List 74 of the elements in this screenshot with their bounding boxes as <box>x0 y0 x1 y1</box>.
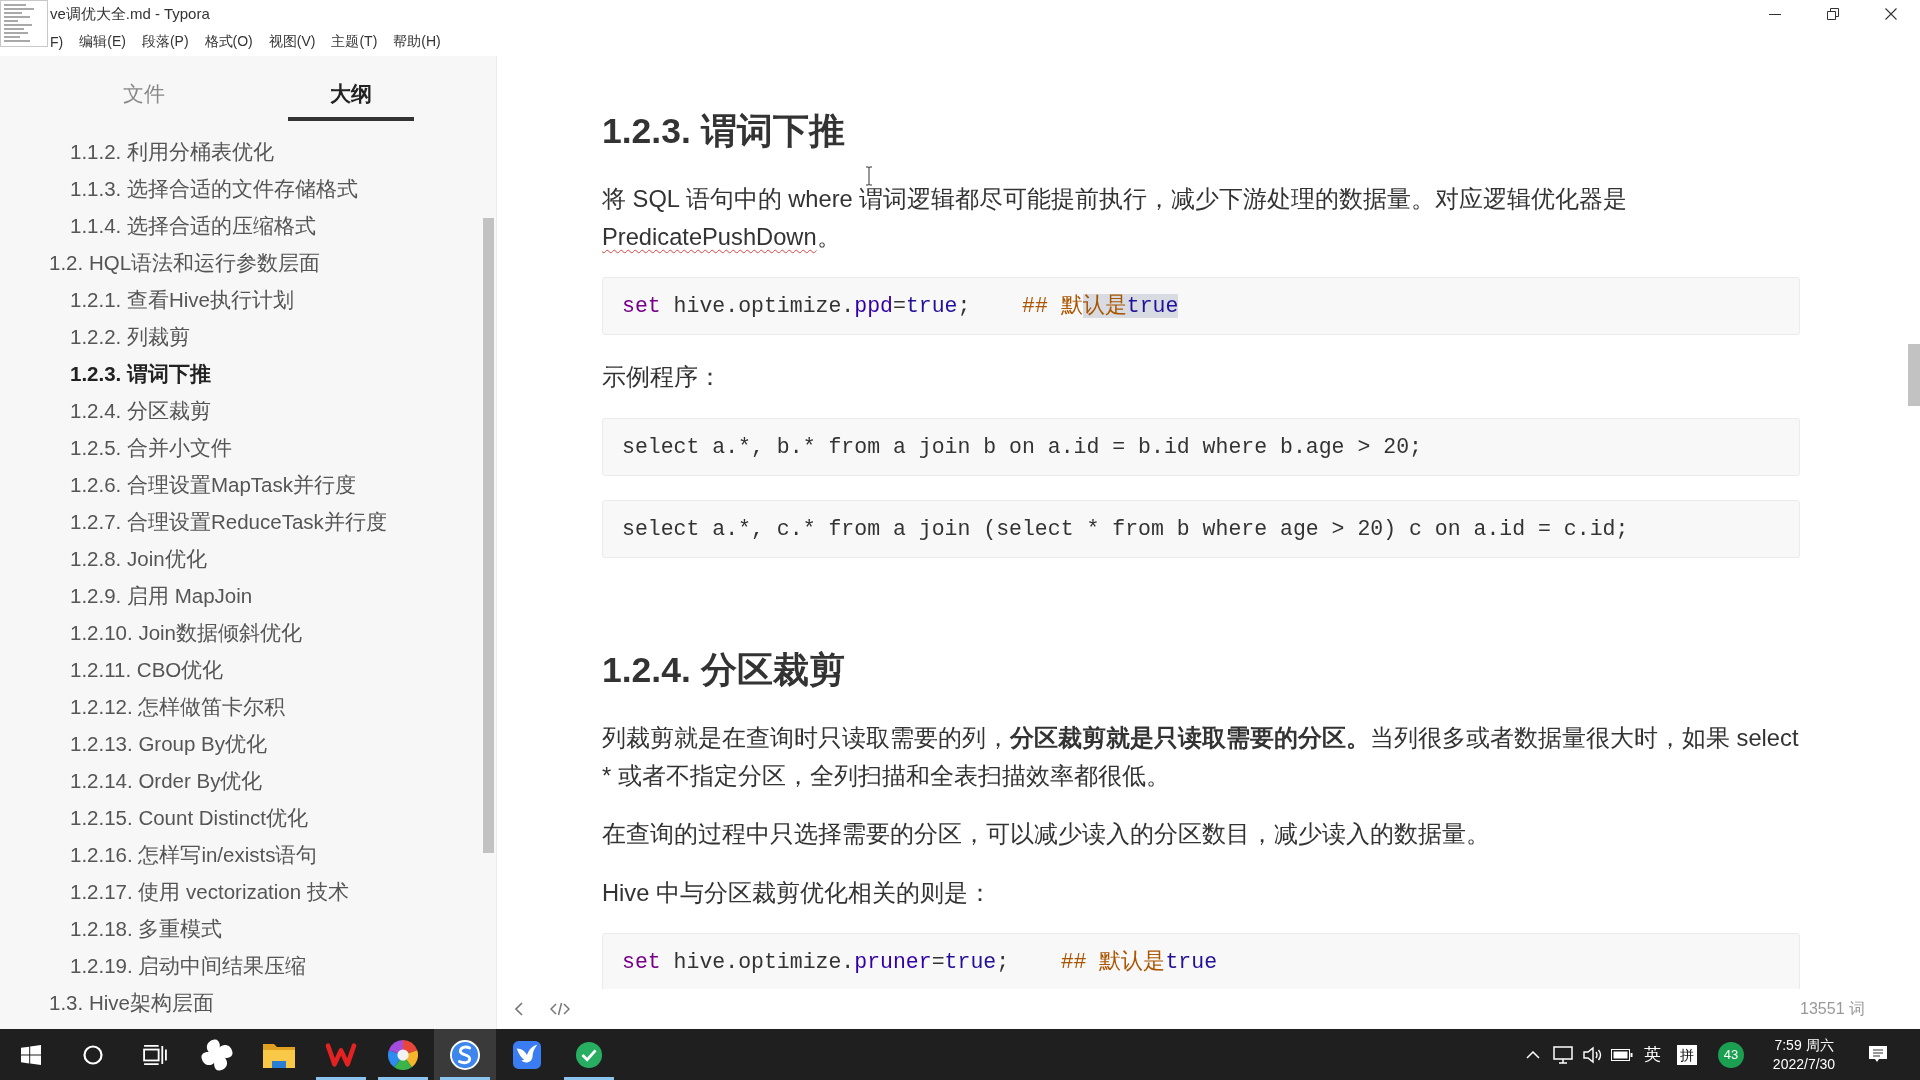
code-block: set hive.optimize.pruner=true; ## 默认是true <box>602 933 1800 989</box>
outline-item[interactable]: 1.2.12. 怎样做笛卡尔积 <box>0 688 483 725</box>
minimize-icon <box>1769 13 1781 15</box>
w-logo-icon <box>325 1041 357 1068</box>
outline-item[interactable]: 1.2.18. 多重模式 <box>0 910 483 947</box>
outline-item[interactable]: 1.2.4. 分区裁剪 <box>0 392 483 429</box>
taskbar-app-button[interactable] <box>434 1029 496 1080</box>
speaker-icon <box>1582 1045 1602 1064</box>
menu-item[interactable]: 格式(O) <box>204 31 253 53</box>
sidebar-tab[interactable]: 大纲 <box>247 56 454 125</box>
paragraph: Hive 中与分区裁剪优化相关的则是： <box>602 878 993 908</box>
menu-item[interactable]: F) <box>50 31 64 53</box>
menu-item[interactable]: 视图(V) <box>268 31 316 53</box>
outline-item[interactable]: 1.3. Hive架构层面 <box>0 984 483 1021</box>
s-logo-icon <box>450 1039 480 1070</box>
code-block: select a.*, b.* from a join b on a.id = b.id where b.age > 20; <box>602 417 1800 476</box>
scrollbar-thumb[interactable] <box>483 218 494 853</box>
scrollbar-thumb[interactable] <box>1908 344 1920 406</box>
outline-item[interactable]: 1.2.16. 怎样写in/exists语句 <box>0 836 483 873</box>
bird-icon <box>513 1040 541 1069</box>
chevron-up-icon <box>1526 1050 1540 1059</box>
paragraph: 将 SQL 语句中的 where 谓词逻辑都尽可能提前执行，减少下游处理的数据量。对应逻辑优化器是 PredicatePushDown。 <box>602 185 1629 252</box>
outline-item[interactable]: 1.2.7. 合理设置ReduceTask并行度 <box>0 503 483 540</box>
menu-item[interactable]: 段落(P) <box>141 31 189 53</box>
clock-button[interactable]: 7:59 周六 2022/7/30 <box>1754 1029 1854 1080</box>
search-icon <box>83 1044 103 1065</box>
speech-bubble-icon <box>1868 1045 1888 1064</box>
text-cursor-icon <box>865 166 873 186</box>
folder-icon <box>263 1041 295 1068</box>
date-text: 2022/7/30 <box>1772 1054 1836 1074</box>
outline-item[interactable]: 1.2.8. Join优化 <box>0 540 483 577</box>
code-block: select a.*, c.* from a join (select * from b where age > 20) c on a.id = c.id; <box>602 499 1800 558</box>
chevron-left-icon <box>515 1002 523 1016</box>
section-heading: 1.2.4. 分区裁剪 <box>602 648 846 692</box>
outline-item[interactable]: 1.2. HQL语法和运行参数层面 <box>0 244 483 281</box>
outline-item[interactable]: 1.1.3. 选择合适的文件存储格式 <box>0 170 483 207</box>
task-view-icon <box>143 1044 167 1065</box>
paragraph: 示例程序： <box>602 363 723 393</box>
monitor-icon <box>1553 1045 1573 1064</box>
window-title: ve调优大全.md - Typora <box>50 4 210 24</box>
outline-item[interactable]: 1.1.4. 选择合适的压缩格式 <box>0 207 483 244</box>
outline-item[interactable]: 1.2.11. CBO优化 <box>0 651 483 688</box>
restore-icon <box>1827 8 1839 20</box>
battery-icon <box>1611 1048 1633 1061</box>
check-circle-icon <box>575 1040 603 1069</box>
word-count: 13551 词 <box>1800 998 1865 1019</box>
time-text: 7:59 周六 <box>1774 1035 1834 1055</box>
outline-item[interactable]: 1.1.2. 利用分桶表优化 <box>0 133 483 170</box>
outline-item[interactable]: 1.2.6. 合理设置MapTask并行度 <box>0 466 483 503</box>
input-language-indicator[interactable]: 英 <box>1638 1029 1666 1080</box>
pinwheel-icon <box>199 1036 235 1073</box>
outline-item[interactable]: 1.2.1. 查看Hive执行计划 <box>0 281 483 318</box>
color-wheel-icon <box>388 1039 418 1070</box>
outline-item[interactable]: 1.2.13. Group By优化 <box>0 725 483 762</box>
menu-item[interactable]: 主题(T) <box>331 31 378 53</box>
close-icon <box>1885 8 1897 20</box>
outline-item[interactable]: 1.2.15. Count Distinct优化 <box>0 799 483 836</box>
outline-item[interactable]: 1.2.19. 启动中间结果压缩 <box>0 947 483 984</box>
outline-item[interactable]: 1.2.10. Join数据倾斜优化 <box>0 614 483 651</box>
paragraph: 在查询的过程中只选择需要的分区，可以减少读入的分区数目，减少读入的数据量。 <box>602 820 1491 850</box>
menu-item[interactable]: 编辑(E) <box>79 31 126 53</box>
menu-item[interactable]: 帮助(H) <box>393 31 441 53</box>
code-icon <box>550 1002 570 1016</box>
outline-item[interactable]: 1.2.3. 谓词下推 <box>0 355 483 392</box>
outline-item[interactable]: 1.2.2. 列裁剪 <box>0 318 483 355</box>
code-block: set hive.optimize.ppd=true; ## 默认是true <box>602 277 1800 336</box>
outline-item[interactable]: 1.2.17. 使用 vectorization 技术 <box>0 873 483 910</box>
outline-item[interactable]: 1.2.5. 合并小文件 <box>0 429 483 466</box>
outline-item[interactable]: 1.2.14. Order By优化 <box>0 762 483 799</box>
paragraph: 列裁剪就是在查询时只读取需要的列，分区裁剪就是只读取需要的分区。当列很多或者数据量很大时，如果 select * 或者不指定分区，全列扫描和全表扫描效率都很低。 <box>602 724 1800 791</box>
section-heading: 1.2.3. 谓词下推 <box>602 110 846 153</box>
input-mode-indicator[interactable]: 拼 <box>1677 1044 1697 1065</box>
outline-item[interactable]: 1.2.9. 启用 MapJoin <box>0 577 483 614</box>
windows-logo-icon <box>21 1044 41 1065</box>
